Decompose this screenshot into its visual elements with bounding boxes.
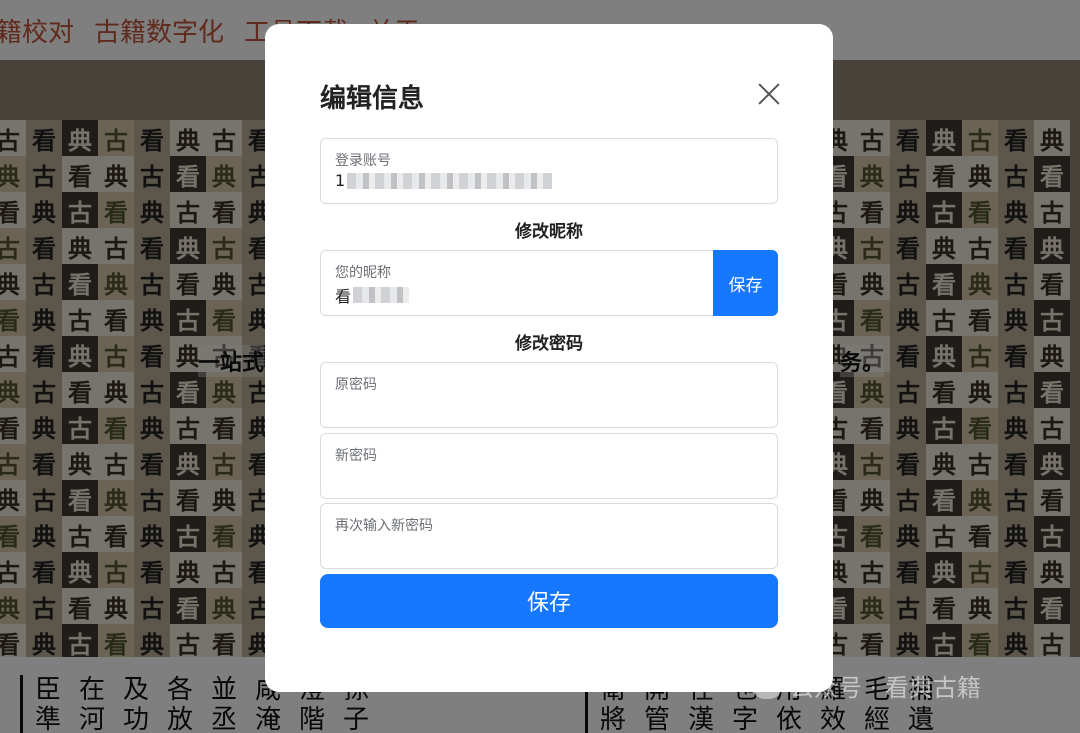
account-field: 登录账号 1	[320, 138, 778, 204]
redacted-block	[347, 172, 553, 189]
account-label: 登录账号	[335, 153, 391, 169]
save-button[interactable]: 保存	[320, 574, 778, 628]
nickname-value[interactable]: 看	[335, 283, 410, 307]
nickname-field[interactable]: 您的昵称 看	[320, 250, 720, 316]
redacted-block	[353, 287, 410, 303]
account-value: 1	[335, 171, 553, 190]
edit-info-dialog: 编辑信息 登录账号 1 修改昵称 您的昵称 看 保存 修改密码 原密码 新密码 …	[265, 24, 833, 692]
old-password-field[interactable]: 原密码	[320, 362, 778, 428]
save-nickname-button[interactable]: 保存	[713, 250, 778, 316]
dialog-title: 编辑信息	[320, 84, 425, 114]
new-password-field[interactable]: 新密码	[320, 433, 778, 499]
new-password-placeholder: 新密码	[335, 448, 377, 464]
password-section-title: 修改密码	[515, 334, 583, 354]
account-value-text: 1	[335, 171, 346, 190]
nickname-section-title: 修改昵称	[515, 222, 583, 242]
nickname-label: 您的昵称	[335, 265, 391, 281]
old-password-placeholder: 原密码	[335, 377, 377, 393]
confirm-password-field[interactable]: 再次输入新密码	[320, 503, 778, 569]
confirm-password-placeholder: 再次输入新密码	[335, 518, 433, 534]
nickname-value-text: 看	[335, 287, 352, 306]
close-icon[interactable]	[755, 80, 783, 108]
